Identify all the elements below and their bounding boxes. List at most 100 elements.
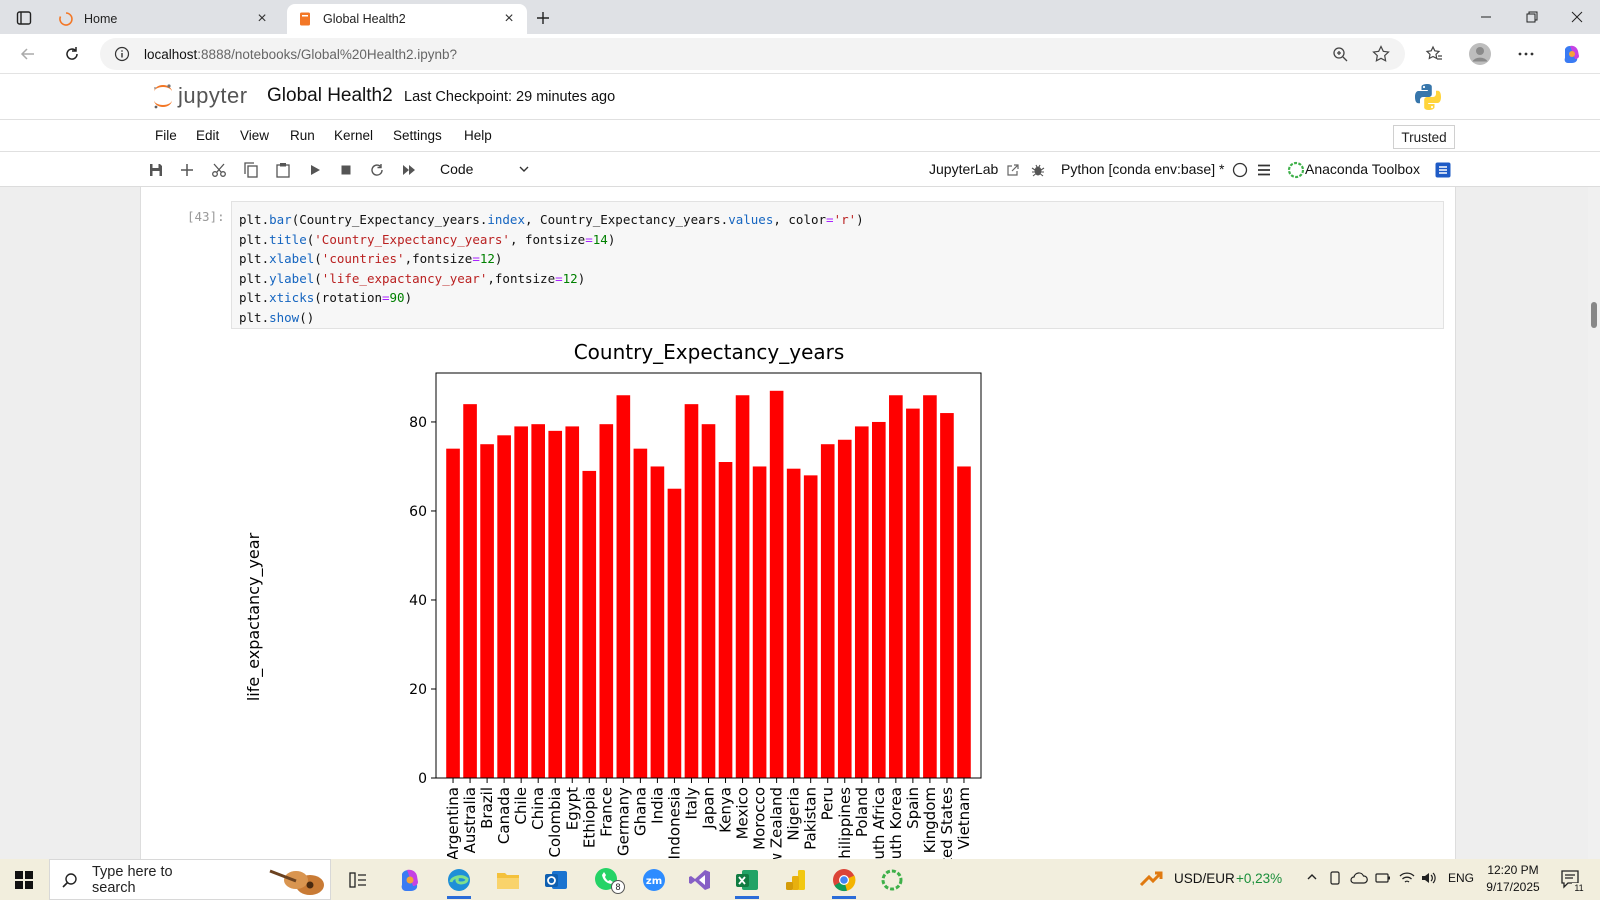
zoom-meetings-icon[interactable]: zm (634, 864, 674, 896)
language-indicator[interactable]: ENG (1448, 871, 1474, 885)
anaconda-navigator-icon[interactable] (872, 864, 912, 896)
hamburger-menu-icon[interactable] (1254, 160, 1274, 180)
search-placeholder: Type here to search (92, 863, 173, 896)
chevron-down-icon[interactable] (518, 163, 530, 175)
url-host: localhost (144, 46, 198, 62)
anaconda-ring-icon[interactable] (1286, 160, 1306, 180)
back-arrow-icon[interactable] (12, 38, 44, 70)
wifi-icon[interactable] (1399, 871, 1415, 885)
x-tick-label: France (597, 787, 615, 837)
jupyter-wordmark: jupyter (178, 83, 248, 108)
external-link-icon[interactable] (1003, 160, 1023, 180)
y-tick-label: 60 (409, 504, 427, 520)
menu-kernel[interactable]: Kernel (334, 128, 373, 143)
active-indicator (735, 896, 759, 899)
minimize-icon[interactable] (1463, 0, 1509, 34)
cloud-sync-icon[interactable] (1350, 871, 1368, 885)
system-clock[interactable]: 12:20 PM 9/17/2025 (1478, 862, 1548, 896)
bar (565, 426, 580, 778)
cell-type-select[interactable]: Code (440, 161, 473, 177)
vertical-scrollbar[interactable] (1588, 187, 1600, 859)
stop-icon[interactable] (336, 160, 356, 180)
currency-pair[interactable]: USD/EUR (1174, 871, 1235, 886)
bar (906, 408, 920, 778)
debugger-bug-icon[interactable] (1028, 160, 1048, 180)
bar (735, 395, 750, 778)
tab-actions-icon[interactable] (5, 5, 43, 31)
windows-start-icon[interactable] (0, 859, 48, 900)
close-icon[interactable]: × (254, 11, 270, 27)
power-bi-icon[interactable] (776, 864, 816, 896)
code-line: plt.xticks(rotation=90) (239, 290, 413, 306)
edge-browser-icon[interactable] (439, 864, 479, 899)
battery-icon[interactable] (1375, 871, 1391, 885)
outlook-icon[interactable] (536, 864, 576, 896)
task-view-icon[interactable] (338, 864, 378, 896)
bar (531, 424, 545, 778)
favorite-star-icon[interactable] (1365, 38, 1397, 70)
bar (752, 466, 767, 778)
more-options-icon[interactable] (1510, 38, 1542, 70)
paste-icon[interactable] (273, 160, 293, 180)
scrollbar-thumb[interactable] (1591, 302, 1597, 328)
execution-count: [43]: (187, 209, 225, 224)
fast-forward-icon[interactable] (399, 160, 419, 180)
bar (446, 448, 460, 778)
run-icon[interactable] (305, 160, 325, 180)
restore-icon[interactable] (1509, 0, 1555, 34)
tab-label: Global Health2 (323, 12, 406, 26)
url-field[interactable]: localhost:8888/notebooks/Global%20Health… (100, 38, 1405, 70)
refresh-icon[interactable] (56, 38, 88, 70)
jupyter-logo[interactable]: jupyter (152, 82, 248, 110)
favorites-icon[interactable] (1418, 38, 1450, 70)
zoom-icon[interactable] (1324, 38, 1356, 70)
whatsapp-icon[interactable]: 8 (587, 864, 627, 896)
copilot-app-icon[interactable] (390, 864, 430, 896)
y-tick-label: 40 (409, 593, 427, 609)
kernel-name[interactable]: Python [conda env:base] * (1061, 161, 1224, 177)
restart-icon[interactable] (367, 160, 387, 180)
jupyter-logo-icon (152, 82, 174, 110)
notebook-title[interactable]: Global Health2 (267, 85, 393, 107)
code-cell-editor[interactable]: plt.bar(Country_Expectancy_years.index, … (231, 201, 1444, 329)
jupyterlab-link[interactable]: JupyterLab (929, 161, 998, 177)
save-icon[interactable] (146, 160, 166, 180)
volume-icon[interactable] (1421, 871, 1437, 885)
x-tick-label: Italy (682, 787, 700, 820)
trusted-indicator[interactable]: Trusted (1393, 125, 1455, 149)
visual-studio-icon[interactable] (680, 864, 720, 896)
bar (923, 395, 937, 778)
weather-currency-icon[interactable] (1138, 867, 1164, 889)
menu-settings[interactable]: Settings (393, 128, 442, 143)
anaconda-toolbox-label[interactable]: Anaconda Toolbox (1305, 161, 1420, 177)
bar (837, 439, 852, 778)
menu-view[interactable]: View (240, 128, 269, 143)
window-close-icon[interactable] (1554, 0, 1600, 34)
browser-tab-home[interactable]: Home × (48, 4, 280, 34)
add-cell-icon[interactable] (177, 160, 197, 180)
browser-tab-global-health[interactable]: Global Health2 × (287, 4, 527, 34)
file-explorer-icon[interactable] (488, 864, 528, 896)
excel-icon[interactable] (727, 864, 767, 899)
property-inspector-icon[interactable] (1433, 160, 1453, 180)
copy-icon[interactable] (241, 160, 261, 180)
x-tick-label: Chile (512, 787, 530, 825)
x-tick-label: Australia (461, 787, 479, 853)
browser-tab-strip: Home × Global Health2 × (0, 0, 1600, 34)
bar (480, 444, 494, 778)
device-icon[interactable] (1328, 871, 1342, 885)
bar (803, 475, 818, 778)
menu-edit[interactable]: Edit (196, 128, 219, 143)
cut-icon[interactable] (209, 160, 229, 180)
menu-file[interactable]: File (155, 128, 177, 143)
close-icon[interactable]: × (501, 11, 517, 27)
new-tab-icon[interactable] (524, 5, 562, 31)
show-hidden-icons-chevron-icon[interactable] (1306, 871, 1318, 883)
menu-run[interactable]: Run (290, 128, 315, 143)
info-icon[interactable] (114, 46, 130, 62)
taskbar-search-box[interactable]: Type here to search (49, 859, 331, 900)
profile-avatar-icon[interactable] (1464, 38, 1496, 70)
copilot-icon[interactable] (1556, 38, 1588, 70)
menu-help[interactable]: Help (464, 128, 492, 143)
chrome-icon[interactable] (824, 864, 864, 899)
